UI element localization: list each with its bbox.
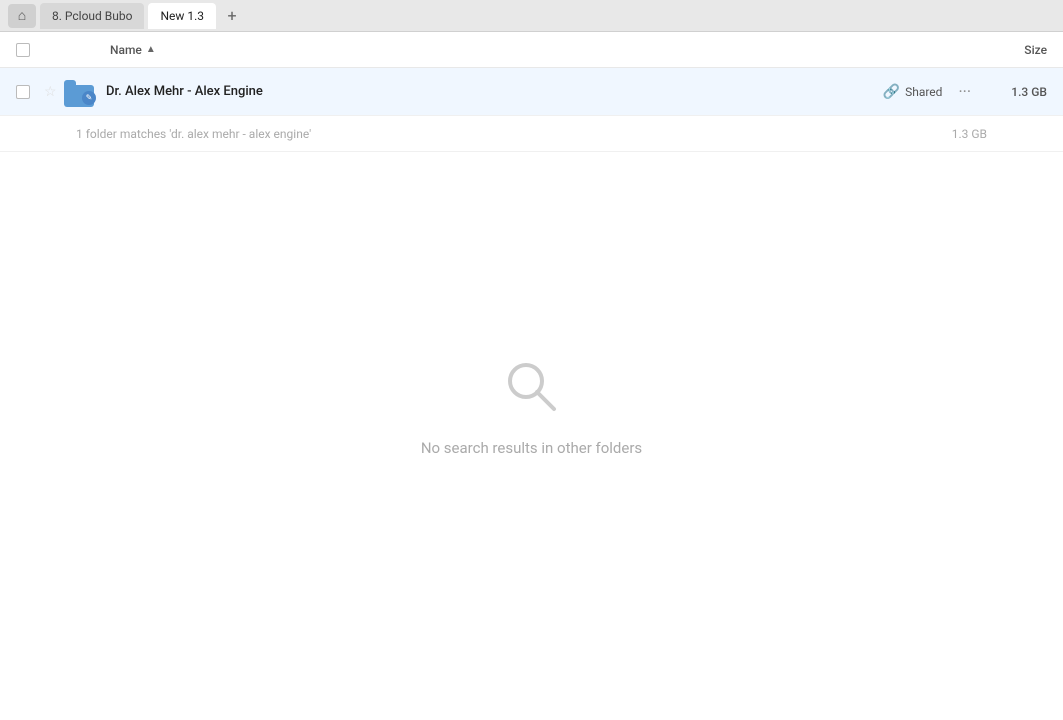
name-column-header[interactable]: Name ▲ bbox=[110, 43, 967, 57]
empty-message: No search results in other folders bbox=[421, 439, 642, 457]
match-info-size: 1.3 GB bbox=[952, 127, 987, 141]
main-content: Name ▲ Size ☆ ✎ Dr. Alex Mehr - Alex Eng… bbox=[0, 32, 1063, 720]
header-checkbox-area bbox=[16, 43, 44, 57]
name-label: Name bbox=[110, 43, 142, 57]
star-button[interactable]: ☆ bbox=[44, 84, 64, 100]
folder-name: Dr. Alex Mehr - Alex Engine bbox=[106, 84, 883, 99]
pen-overlay-icon: ✎ bbox=[82, 91, 96, 105]
folder-icon-area: ✎ bbox=[64, 76, 96, 108]
empty-state: No search results in other folders bbox=[0, 152, 1063, 720]
home-icon: ⌂ bbox=[18, 7, 26, 24]
star-icon: ☆ bbox=[44, 84, 57, 100]
shared-badge: 🔗 Shared bbox=[883, 84, 943, 100]
match-info-row: 1 folder matches 'dr. alex mehr - alex e… bbox=[0, 116, 1063, 152]
shared-label: Shared bbox=[905, 85, 942, 99]
tab-label-pcloud: 8. Pcloud Bubo bbox=[52, 9, 132, 23]
size-column-header: Size bbox=[967, 43, 1047, 57]
row-checkbox-area bbox=[16, 85, 44, 99]
match-info-text: 1 folder matches 'dr. alex mehr - alex e… bbox=[76, 127, 952, 141]
more-options-button[interactable]: ··· bbox=[954, 78, 975, 105]
add-tab-icon: + bbox=[228, 6, 237, 25]
sort-arrow-icon: ▲ bbox=[146, 44, 156, 55]
empty-search-icon bbox=[500, 355, 564, 423]
column-header-row: Name ▲ Size bbox=[0, 32, 1063, 68]
add-tab-button[interactable]: + bbox=[220, 4, 244, 28]
tab-new-1-3[interactable]: New 1.3 bbox=[148, 3, 216, 29]
folder-tab bbox=[64, 80, 76, 85]
more-icon: ··· bbox=[958, 82, 971, 101]
home-tab[interactable]: ⌂ bbox=[8, 4, 36, 28]
link-icon: 🔗 bbox=[883, 84, 900, 100]
size-label: Size bbox=[1024, 43, 1047, 57]
folder-icon: ✎ bbox=[64, 77, 96, 107]
file-size: 1.3 GB bbox=[987, 85, 1047, 99]
select-all-checkbox[interactable] bbox=[16, 43, 30, 57]
row-checkbox[interactable] bbox=[16, 85, 30, 99]
tab-label-new: New 1.3 bbox=[160, 9, 204, 23]
tab-bar: ⌂ 8. Pcloud Bubo New 1.3 + bbox=[0, 0, 1063, 32]
file-row[interactable]: ☆ ✎ Dr. Alex Mehr - Alex Engine 🔗 Shared… bbox=[0, 68, 1063, 116]
tab-pcloud-bubo[interactable]: 8. Pcloud Bubo bbox=[40, 3, 144, 29]
